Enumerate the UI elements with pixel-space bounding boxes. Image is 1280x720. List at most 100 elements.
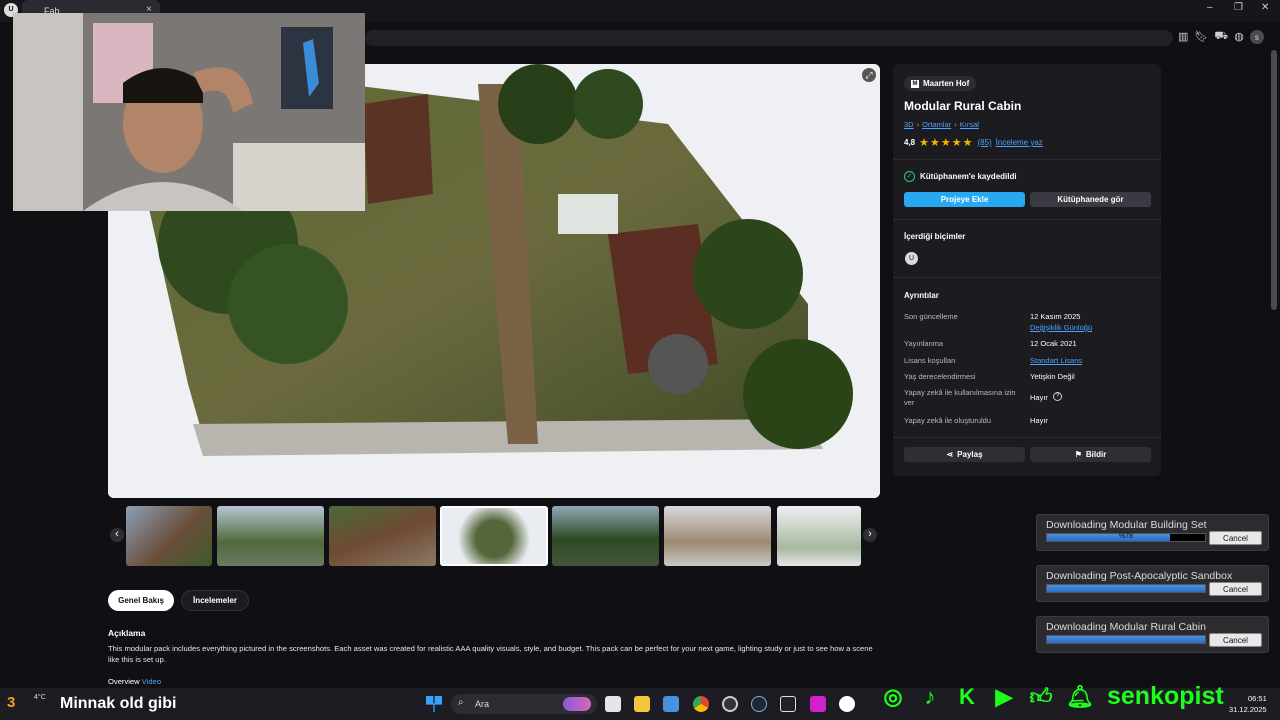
library-section: ✓ Kütüphanem'e kaydedildi Projeye Ekle K… [893, 159, 1161, 219]
write-review-link[interactable]: İnceleme yaz [996, 138, 1043, 147]
minimize-button[interactable]: – [1207, 2, 1213, 13]
detail-label-age: Yaş derecelendirmesi [904, 372, 976, 381]
seller-logo-icon: M [911, 79, 919, 88]
globe-icon[interactable]: ◍ [1234, 30, 1244, 44]
file-explorer-icon[interactable] [634, 696, 650, 712]
share-icon: ⋖ [946, 450, 954, 459]
review-count[interactable]: (85) [977, 138, 991, 147]
thumbnail-6[interactable] [664, 506, 771, 566]
download-progress-bar [1046, 584, 1206, 593]
bell-icon: 🔔︎ [1066, 684, 1094, 709]
thumbnail-3[interactable] [329, 506, 436, 566]
search-highlight-icon [563, 697, 591, 711]
steam-icon[interactable] [751, 696, 767, 712]
detail-value-ai-allowed: Hayır [1030, 393, 1048, 402]
flag-icon: ⚑ [1074, 450, 1082, 459]
detail-label-published: Yayınlanma [904, 339, 944, 348]
obs-icon[interactable] [722, 696, 738, 712]
purple-app-icon[interactable] [810, 696, 826, 712]
saved-label: Kütüphanem'e kaydedildi [920, 172, 1017, 181]
thumbnail-prev-button[interactable]: ‹ [110, 528, 124, 542]
expand-icon[interactable]: ⤢ [862, 68, 876, 82]
restore-button[interactable]: ❐ [1234, 2, 1243, 13]
address-bar[interactable] [365, 30, 1173, 46]
browser-toolbar: ▥ 🔖︎ ⛟ ◍ s [1178, 30, 1264, 44]
details-title: Ayrıntılar [904, 291, 939, 300]
breadcrumb-ortamlar[interactable]: Ortamlar [922, 120, 951, 129]
breadcrumb: 3D › Ortamlar › Kırsal [904, 120, 979, 129]
clock-date[interactable]: 31.12.2025 [1229, 705, 1267, 714]
cancel-download-button[interactable]: Cancel [1209, 531, 1262, 545]
changelog-link[interactable]: Değişiklik Günlüğü [1030, 323, 1092, 332]
formats-title: İçerdiği biçimler [904, 232, 966, 241]
product-title: Modular Rural Cabin [904, 99, 1022, 113]
report-button[interactable]: ⚑ Bildir [1030, 447, 1151, 462]
store-icon[interactable] [663, 696, 679, 712]
download-title: Downloading Post-Apocalyptic Sandbox [1046, 570, 1233, 582]
page-scrollbar[interactable] [1271, 50, 1277, 310]
thumbnail-next-button[interactable]: › [863, 528, 877, 542]
epic-games-icon[interactable] [780, 696, 796, 712]
download-progress-bar [1046, 635, 1206, 644]
license-link[interactable]: Standart Lisans [1030, 356, 1082, 365]
clock-time[interactable]: 06:51 [1248, 694, 1267, 703]
cancel-download-button[interactable]: Cancel [1209, 582, 1262, 596]
task-view-icon[interactable] [605, 696, 621, 712]
detail-label-ai-allowed: Yapay zekâ ile kullanılmasına izin ver [904, 388, 1016, 407]
thumbnail-1[interactable] [126, 506, 212, 566]
unreal-engine-format-icon[interactable]: U [905, 252, 918, 265]
description-text: This modular pack includes everything pi… [108, 644, 873, 664]
seller-chip[interactable]: M Maarten Hof [904, 76, 977, 91]
thumbnail-7[interactable] [777, 506, 861, 566]
download-progress-fill [1047, 636, 1205, 643]
chevron-right-icon: › [916, 120, 920, 129]
tab-overview[interactable]: Genel Bakış [108, 590, 174, 611]
tab-reviews[interactable]: İncelemeler [181, 590, 249, 611]
share-button[interactable]: ⋖ Paylaş [904, 447, 1025, 462]
video-link[interactable]: Video [142, 677, 161, 686]
cart-icon[interactable]: ⛟ [1214, 30, 1228, 44]
add-to-project-button[interactable]: Projeye Ekle [904, 192, 1025, 207]
tiktok-icon: ♪ [924, 684, 936, 709]
detail-value-published: 12 Ocak 2021 [1030, 339, 1077, 348]
star-rating-icon: ★★★★★ [919, 137, 974, 149]
breadcrumb-kirsal[interactable]: Kırsal [960, 120, 979, 129]
detail-value-ai-generated: Hayır [1030, 416, 1048, 425]
help-icon[interactable]: ? [1053, 392, 1062, 401]
view-in-library-button[interactable]: Kütüphanede gör [1030, 192, 1151, 207]
download-title: Downloading Modular Building Set [1046, 519, 1207, 531]
webcam-overlay [13, 13, 365, 211]
breadcrumb-3d[interactable]: 3D [904, 120, 914, 129]
download-progress-bar: %78 [1046, 533, 1206, 542]
product-info-panel: M Maarten Hof Modular Rural Cabin 3D › O… [893, 64, 1161, 476]
taskbar-search[interactable]: ⌕ Ara [451, 694, 597, 714]
bookmark-icon[interactable]: 🔖︎ [1194, 30, 1208, 44]
window-close-button[interactable]: ✕ [1261, 2, 1269, 13]
stream-handle: senkopist [1107, 682, 1224, 710]
details-section: Ayrıntılar Son güncelleme 12 Kasım 2025 … [893, 277, 1161, 437]
chevron-right-icon: › [954, 120, 957, 129]
thumbnail-2[interactable] [217, 506, 324, 566]
avatar[interactable]: s [1249, 30, 1264, 44]
thumbnail-5[interactable] [552, 506, 659, 566]
download-notification-3: Downloading Modular Rural Cabin Cancel [1036, 616, 1269, 653]
rating-row: 4,8 ★★★★★ (85) İnceleme yaz [904, 136, 1043, 149]
detail-value-updated: 12 Kasım 2025 [1030, 312, 1081, 321]
unreal-engine-icon[interactable] [839, 696, 855, 712]
seller-name: Maarten Hof [923, 79, 970, 88]
instagram-icon: ◎ [883, 684, 903, 709]
library-icon[interactable]: ▥ [1178, 30, 1188, 44]
weather-temp[interactable]: 4°C [34, 694, 46, 701]
search-icon: ⌕ [458, 697, 464, 708]
download-notification-1: Downloading Modular Building Set %78 Can… [1036, 514, 1269, 551]
now-playing-text: Minnak old gibi [60, 695, 177, 712]
detail-label-updated: Son güncelleme [904, 312, 958, 321]
detail-value-age: Yetişkin Değil [1030, 372, 1075, 381]
cancel-download-button[interactable]: Cancel [1209, 633, 1262, 647]
chrome-icon[interactable] [693, 696, 709, 712]
detail-label-license: Lisans koşulları [904, 356, 956, 365]
report-label: Bildir [1085, 450, 1107, 459]
thumbnail-4-selected[interactable] [440, 506, 548, 566]
download-progress-fill [1047, 585, 1205, 592]
download-title: Downloading Modular Rural Cabin [1046, 621, 1206, 633]
